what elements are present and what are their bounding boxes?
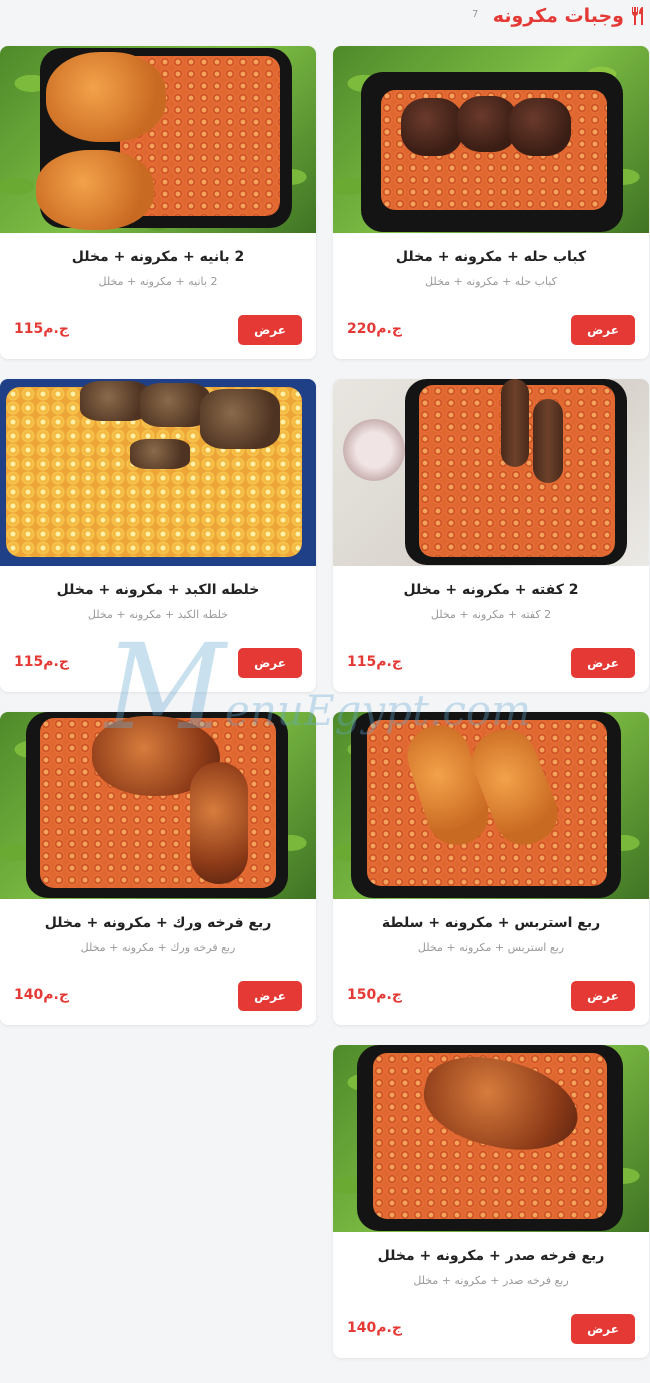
section-header: وجبات مكرونه 7 [0,0,650,34]
item-price: 140ج.م [14,987,69,1003]
item-name: خلطه الكبد + مكرونه + مخلل [56,582,260,598]
item-price: 220ج.م [347,321,402,337]
item-price: 115ج.م [347,654,402,670]
menu-item-card[interactable]: كباب حله + مكرونه + مخلل كباب حله + مكرو… [333,46,649,359]
item-price: 115ج.م [14,321,69,337]
item-count: 7 [472,9,479,20]
item-photo [333,1045,649,1232]
item-description: ربع فرخه صدر + مكرونه + مخلل [413,1274,569,1287]
item-name: 2 كفته + مكرونه + مخلل [403,582,579,598]
menu-item-card[interactable]: 2 بانيه + مكرونه + مخلل 2 بانيه + مكرونه… [0,46,316,359]
item-photo [333,712,649,899]
menu-item-card[interactable]: ربع فرخه صدر + مكرونه + مخلل ربع فرخه صد… [333,1045,649,1358]
view-button[interactable]: عرض [238,981,302,1011]
section-title: وجبات مكرونه [492,5,624,27]
view-button[interactable]: عرض [238,315,302,345]
menu-item-card[interactable]: خلطه الكبد + مكرونه + مخلل خلطه الكبد + … [0,379,316,692]
item-description: 2 بانيه + مكرونه + مخلل [98,275,218,288]
view-button[interactable]: عرض [571,315,635,345]
item-price: 115ج.م [14,654,69,670]
item-name: ربع استربس + مكرونه + سلطة [381,915,601,931]
item-description: خلطه الكبد + مكرونه + مخلل [87,608,229,621]
view-button[interactable]: عرض [571,981,635,1011]
item-description: ربع استربس + مكرونه + مخلل [417,941,565,954]
item-name: كباب حله + مكرونه + مخلل [395,249,587,265]
item-description: 2 كفته + مكرونه + مخلل [430,608,552,621]
item-photo [0,712,316,899]
view-button[interactable]: عرض [571,648,635,678]
menu-item-card[interactable]: ربع فرخه ورك + مكرونه + مخلل ربع فرخه ور… [0,712,316,1025]
item-name: ربع فرخه ورك + مكرونه + مخلل [44,915,272,931]
item-name: ربع فرخه صدر + مكرونه + مخلل [377,1248,605,1264]
menu-item-card[interactable]: ربع استربس + مكرونه + سلطة ربع استربس + … [333,712,649,1025]
item-photo [0,46,316,233]
item-description: ربع فرخه ورك + مكرونه + مخلل [80,941,236,954]
item-photo [333,46,649,233]
item-name: 2 بانيه + مكرونه + مخلل [71,249,245,265]
item-price: 140ج.م [347,1320,402,1336]
item-photo [333,379,649,566]
view-button[interactable]: عرض [571,1314,635,1344]
fork-knife-icon [628,6,648,28]
item-description: كباب حله + مكرونه + مخلل [425,275,557,288]
item-photo [0,379,316,566]
view-button[interactable]: عرض [238,648,302,678]
menu-item-card[interactable]: 2 كفته + مكرونه + مخلل 2 كفته + مكرونه +… [333,379,649,692]
item-price: 150ج.م [347,987,402,1003]
